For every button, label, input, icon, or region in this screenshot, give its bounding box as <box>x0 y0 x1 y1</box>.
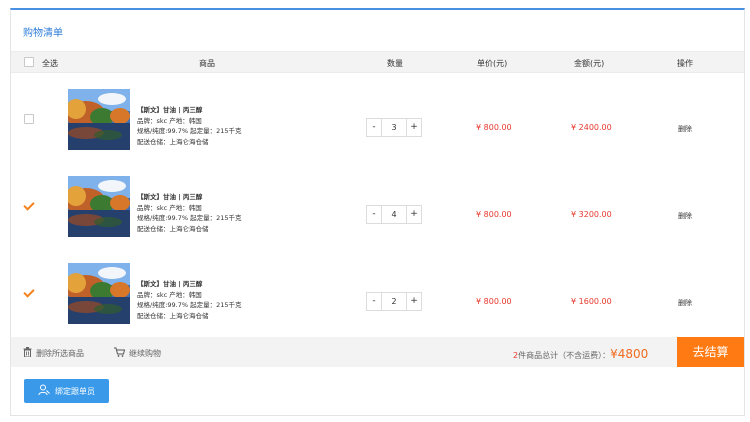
product-info: 【斯文】甘油 | 丙三醇 品牌：skc 产地：韩国 规格/纯度:99.7% 起定… <box>137 192 242 234</box>
row-checkbox[interactable] <box>24 201 34 211</box>
header-amount: 金额(元) <box>574 59 605 68</box>
delete-selected-label: 删除所选商品 <box>36 348 84 358</box>
product-name[interactable]: 【斯文】甘油 | 丙三醇 <box>137 105 242 116</box>
delete-selected-button[interactable]: 删除所选商品 <box>23 347 84 359</box>
product-warehouse: 配送仓储：上海仑海仓储 <box>137 311 209 320</box>
product-image[interactable] <box>68 89 130 150</box>
unit-price: ¥ 800.00 <box>476 210 512 219</box>
header-unit-price: 单价(元) <box>477 59 508 68</box>
product-image[interactable] <box>68 176 130 237</box>
product-image[interactable] <box>68 263 130 324</box>
product-spec: 规格/纯度:99.7% 起定量：215千克 <box>137 127 242 135</box>
product-info: 【斯文】甘油 | 丙三醇 品牌：skc 产地：韩国 规格/纯度:99.7% 起定… <box>137 105 242 147</box>
cart-summary: 2件商品总计（不含运费）：¥4800 <box>513 347 648 361</box>
row-checkbox[interactable] <box>24 288 34 298</box>
product-spec: 规格/纯度:99.7% 起定量：215千克 <box>137 301 242 309</box>
table-header: 全选 商品 数量 单价(元) 金额(元) 操作 <box>11 51 744 73</box>
header-product: 商品 <box>199 59 215 68</box>
unit-price: ¥ 800.00 <box>476 123 512 132</box>
cart-icon <box>114 347 126 359</box>
cart-row: 【斯文】甘油 | 丙三醇 品牌：skc 产地：韩国 规格/纯度:99.7% 起定… <box>11 249 744 336</box>
product-brand: 品牌：skc 产地：韩国 <box>137 290 202 299</box>
row-amount: ¥ 3200.00 <box>571 210 612 219</box>
increase-button[interactable]: + <box>406 119 421 136</box>
delete-link[interactable]: 删除 <box>678 298 692 308</box>
select-all-checkbox[interactable] <box>24 57 34 67</box>
row-amount: ¥ 2400.00 <box>571 123 612 132</box>
decrease-button[interactable]: - <box>367 293 382 310</box>
cart-row: 【斯文】甘油 | 丙三醇 品牌：skc 产地：韩国 规格/纯度:99.7% 起定… <box>11 75 744 162</box>
product-brand: 品牌：skc 产地：韩国 <box>137 203 202 212</box>
row-amount: ¥ 1600.00 <box>571 297 612 306</box>
product-name[interactable]: 【斯文】甘油 | 丙三醇 <box>137 192 242 203</box>
summary-text: 件商品总计（不含运费）： <box>518 351 611 360</box>
trash-icon <box>23 347 32 359</box>
delete-link[interactable]: 删除 <box>678 211 692 221</box>
continue-shopping-label: 继续购物 <box>129 348 161 358</box>
cart-row: 【斯文】甘油 | 丙三醇 品牌：skc 产地：韩国 规格/纯度:99.7% 起定… <box>11 162 744 249</box>
row-checkbox[interactable] <box>24 114 34 124</box>
product-spec: 规格/纯度:99.7% 起定量：215千克 <box>137 214 242 222</box>
cart-footer: 删除所选商品 继续购物 2件商品总计（不含运费）：¥4800 去结算 <box>11 337 744 367</box>
total-amount: ¥4800 <box>610 347 649 361</box>
quantity-stepper: - 2 + <box>366 292 422 311</box>
increase-button[interactable]: + <box>406 206 421 223</box>
quantity-input[interactable]: 4 <box>382 206 406 223</box>
delete-link[interactable]: 删除 <box>678 124 692 134</box>
cart-panel: 购物清单 全选 商品 数量 单价(元) 金额(元) 操作 【斯文】甘油 | 丙三… <box>10 8 745 416</box>
product-warehouse: 配送仓储：上海仑海仓储 <box>137 224 209 233</box>
continue-shopping-button[interactable]: 继续购物 <box>114 347 161 359</box>
select-all-label[interactable]: 全选 <box>42 58 58 69</box>
decrease-button[interactable]: - <box>367 206 382 223</box>
quantity-input[interactable]: 3 <box>382 119 406 136</box>
header-action: 操作 <box>677 59 693 68</box>
unit-price: ¥ 800.00 <box>476 297 512 306</box>
bind-sales-rep-button[interactable]: 绑定跟单员 <box>24 379 109 403</box>
product-brand: 品牌：skc 产地：韩国 <box>137 116 202 125</box>
quantity-stepper: - 3 + <box>366 118 422 137</box>
user-icon <box>38 384 50 398</box>
panel-title: 购物清单 <box>23 28 63 39</box>
quantity-input[interactable]: 2 <box>382 293 406 310</box>
increase-button[interactable]: + <box>406 293 421 310</box>
header-quantity: 数量 <box>387 59 403 68</box>
quantity-stepper: - 4 + <box>366 205 422 224</box>
product-warehouse: 配送仓储：上海仑海仓储 <box>137 137 209 146</box>
decrease-button[interactable]: - <box>367 119 382 136</box>
checkout-button[interactable]: 去结算 <box>677 337 744 367</box>
bind-sales-rep-label: 绑定跟单员 <box>55 386 95 396</box>
product-info: 【斯文】甘油 | 丙三醇 品牌：skc 产地：韩国 规格/纯度:99.7% 起定… <box>137 279 242 321</box>
product-name[interactable]: 【斯文】甘油 | 丙三醇 <box>137 279 242 290</box>
